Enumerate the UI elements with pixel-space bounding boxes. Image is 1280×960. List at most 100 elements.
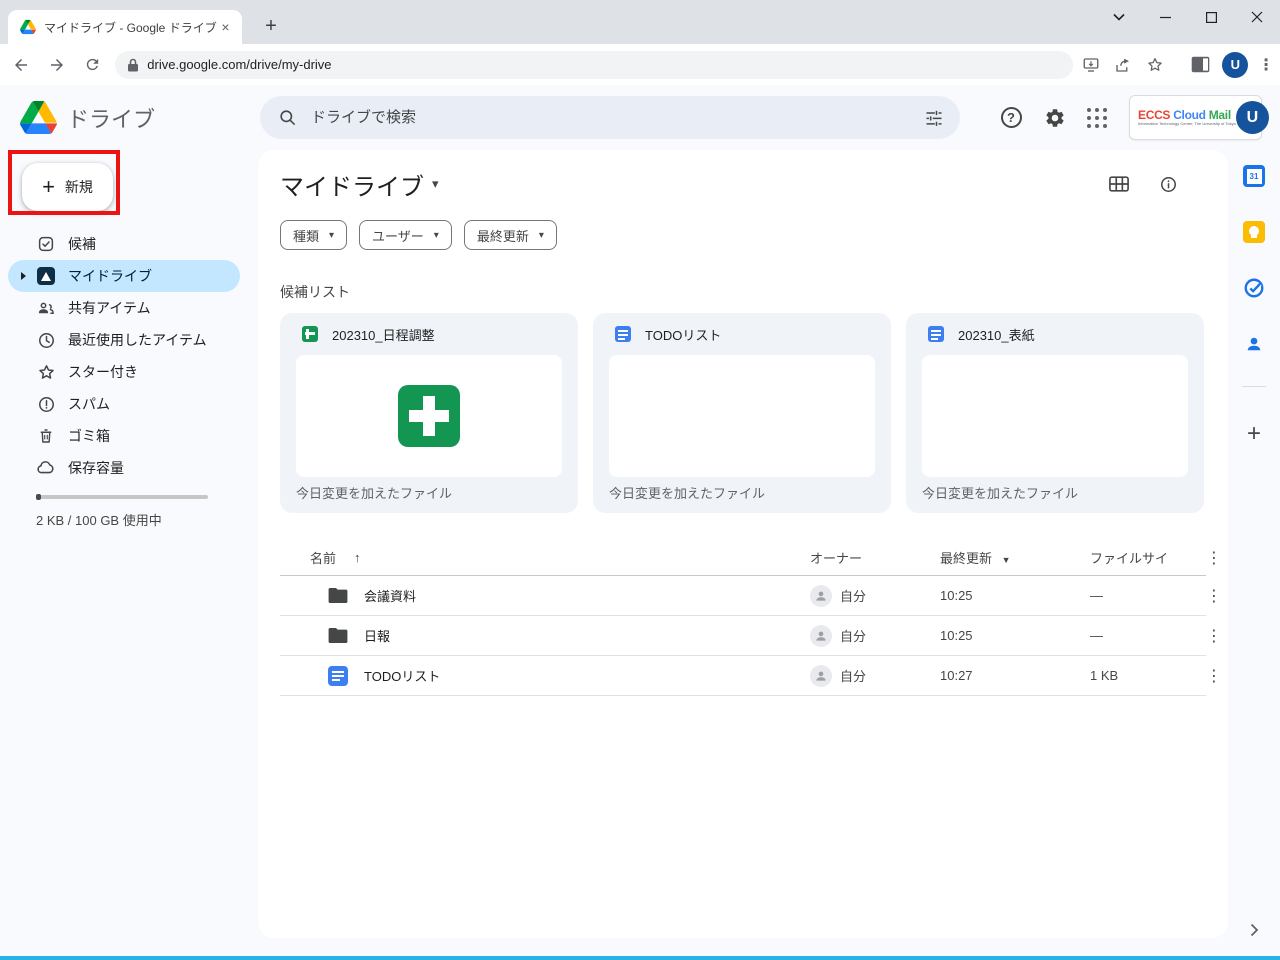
close-window-button[interactable] [1234, 4, 1280, 30]
browser-menu-kebab-icon[interactable]: ⋮ [1252, 51, 1280, 79]
search-options-tune-icon[interactable] [924, 108, 944, 128]
shared-people-icon [36, 298, 56, 318]
settings-gear-icon[interactable] [1033, 85, 1077, 150]
file-card-title: 202310_表紙 [958, 325, 1035, 344]
col-header-owner[interactable]: オーナー [810, 548, 862, 567]
owner-avatar-icon [810, 585, 832, 607]
table-row[interactable]: 会議資料 自分 10:25 — ⋮ [280, 576, 1206, 616]
browser-toolbar: drive.google.com/drive/my-drive U ⋮ [0, 44, 1280, 85]
reload-icon[interactable] [78, 50, 108, 80]
trash-icon [36, 426, 56, 446]
owner-avatar-icon [810, 665, 832, 687]
sidebar-item-shared[interactable]: 共有アイテム [8, 292, 240, 324]
filter-chip-modified[interactable]: 最終更新 ▾ [464, 220, 557, 250]
drive-sidebar: + 新規 候補 マイドライブ [0, 150, 256, 956]
filter-chip-type[interactable]: 種類 ▾ [280, 220, 347, 250]
google-apps-grid-icon[interactable] [1075, 85, 1119, 150]
suggested-section-label: 候補リスト [280, 282, 1206, 302]
new-tab-button[interactable]: + [260, 16, 282, 38]
file-card[interactable]: 202310_日程調整 今日変更を加えたファイル [280, 313, 578, 513]
account-badge[interactable]: ECCS Cloud Mail Information Technology C… [1129, 95, 1262, 140]
drive-app: ドライブ ? ECCS Cloud [0, 85, 1280, 956]
lock-icon [127, 58, 139, 72]
owner-name: 自分 [840, 586, 866, 605]
url-text: drive.google.com/drive/my-drive [147, 57, 331, 72]
drive-search-bar[interactable] [260, 96, 960, 139]
sidebar-item-label: 共有アイテム [68, 298, 151, 318]
new-button[interactable]: + 新規 [22, 163, 113, 211]
file-size: 1 KB [1090, 668, 1198, 683]
storage-progress-bar [36, 495, 208, 499]
my-drive-icon [36, 266, 56, 286]
bookmark-star-icon[interactable] [1141, 51, 1169, 79]
tasks-icon[interactable] [1242, 276, 1266, 300]
sidebar-item-my-drive[interactable]: マイドライブ [8, 260, 240, 292]
grid-view-icon[interactable] [1109, 176, 1129, 192]
tab-close-icon[interactable]: × [217, 19, 234, 36]
sidebar-item-trash[interactable]: ゴミ箱 [8, 420, 240, 452]
browser-tab[interactable]: マイドライブ - Google ドライブ × [8, 10, 242, 44]
table-row[interactable]: 日報 自分 10:25 — ⋮ [280, 616, 1206, 656]
new-button-label: 新規 [65, 177, 93, 197]
tab-title: マイドライブ - Google ドライブ [44, 19, 217, 36]
sort-ascending-icon[interactable]: ↑ [354, 550, 361, 565]
eccs-subtitle: Information Technology Center, The Unive… [1138, 122, 1236, 126]
row-kebab-icon[interactable]: ⋮ [1202, 586, 1226, 606]
bottom-edge-strip [0, 956, 1280, 960]
address-bar[interactable]: drive.google.com/drive/my-drive [115, 51, 1073, 79]
account-avatar[interactable]: U [1236, 101, 1269, 134]
info-icon[interactable] [1159, 175, 1178, 194]
expand-arrow-icon[interactable] [21, 272, 26, 280]
sidebar-item-starred[interactable]: スター付き [8, 356, 240, 388]
col-header-name[interactable]: 名前 [310, 548, 336, 567]
storage-progress-thumb [36, 494, 41, 500]
install-icon[interactable] [1077, 51, 1105, 79]
search-input[interactable] [311, 109, 924, 126]
sidebar-item-storage[interactable]: 保存容量 [8, 452, 240, 484]
suggested-cards: 202310_日程調整 今日変更を加えたファイル TODOリスト 今日変更を加え… [280, 313, 1206, 513]
sheets-file-icon [302, 326, 318, 342]
file-card-title: 202310_日程調整 [332, 325, 435, 344]
search-icon [278, 108, 297, 127]
show-side-panel-chevron-icon[interactable] [1242, 918, 1266, 942]
modified-time: 10:25 [940, 588, 1090, 603]
filter-chip-people[interactable]: ユーザー ▾ [359, 220, 452, 250]
sidebar-item-spam[interactable]: スパム [8, 388, 240, 420]
row-kebab-icon[interactable]: ⋮ [1202, 626, 1226, 646]
table-options-kebab-icon[interactable]: ⋮ [1202, 548, 1226, 568]
back-icon[interactable] [6, 50, 36, 80]
sheets-large-icon [398, 385, 460, 447]
maximize-button[interactable] [1188, 4, 1234, 30]
page-title[interactable]: マイドライブ [280, 167, 424, 202]
col-header-size[interactable]: ファイルサイ [1090, 551, 1168, 566]
sidebar-item-label: ゴミ箱 [68, 426, 110, 446]
table-row[interactable]: TODOリスト 自分 10:27 1 KB ⋮ [280, 656, 1206, 696]
contacts-icon[interactable] [1242, 332, 1266, 356]
drive-logo[interactable]: ドライブ [20, 101, 155, 134]
tab-search-chevron-icon[interactable] [1096, 4, 1142, 30]
row-kebab-icon[interactable]: ⋮ [1202, 666, 1226, 686]
browser-profile-avatar[interactable]: U [1222, 52, 1248, 78]
chevron-down-icon: ▾ [434, 230, 439, 241]
sidebar-item-suggested[interactable]: 候補 [8, 228, 240, 260]
share-icon[interactable] [1109, 51, 1137, 79]
sidebar-item-recent[interactable]: 最近使用したアイテム [8, 324, 240, 356]
file-name: TODOリスト [364, 666, 440, 685]
chip-label: 種類 [293, 226, 319, 245]
forward-icon[interactable] [42, 50, 72, 80]
calendar-icon[interactable]: 31 [1242, 164, 1266, 188]
browser-window: マイドライブ - Google ドライブ × + [0, 0, 1280, 960]
chip-label: ユーザー [372, 226, 424, 245]
sort-menu-caret-icon[interactable]: ▼ [1002, 555, 1011, 565]
cloud-icon [36, 458, 56, 478]
file-card[interactable]: 202310_表紙 今日変更を加えたファイル [906, 313, 1204, 513]
col-header-modified[interactable]: 最終更新 [940, 551, 992, 566]
file-card[interactable]: TODOリスト 今日変更を加えたファイル [593, 313, 891, 513]
help-icon[interactable]: ? [989, 85, 1033, 150]
title-dropdown-caret-icon[interactable]: ▾ [432, 176, 439, 192]
keep-icon[interactable] [1242, 220, 1266, 244]
minimize-button[interactable] [1142, 4, 1188, 30]
file-name: 日報 [364, 626, 390, 645]
get-add-ons-plus-icon[interactable]: + [1242, 422, 1266, 446]
side-panel-icon[interactable] [1187, 51, 1215, 79]
